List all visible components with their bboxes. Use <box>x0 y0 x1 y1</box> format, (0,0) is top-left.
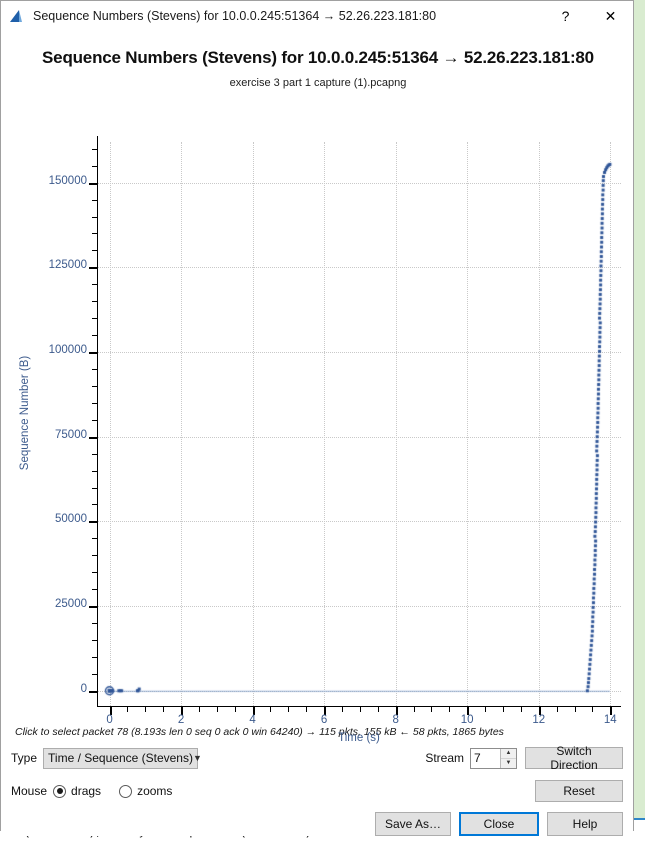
x-axis-minor-tick <box>592 707 594 712</box>
y-axis-tick-label: 25000 <box>55 598 87 611</box>
y-axis-title: Sequence Number (B) <box>19 355 31 471</box>
stream-input[interactable]: 7 <box>471 749 500 768</box>
chevron-down-icon: ▼ <box>192 753 202 763</box>
x-axis-minor-tick <box>520 707 522 712</box>
x-axis-minor-tick <box>198 707 200 712</box>
x-axis-minor-tick <box>342 707 343 712</box>
x-axis-minor-tick <box>431 707 433 712</box>
y-axis-major-tick <box>89 690 97 693</box>
x-axis-minor-tick <box>216 707 218 712</box>
x-axis-minor-tick <box>377 707 379 712</box>
chart-subtitle: exercise 3 part 1 capture (1).pcapng <box>229 77 407 89</box>
x-axis-tick-label: 0 <box>106 714 113 726</box>
y-axis-major-tick <box>89 352 97 355</box>
chart-plot-canvas[interactable] <box>97 142 621 706</box>
control-row-type: Type Time / Sequence (Stevens) ▼ Stream … <box>11 744 623 772</box>
x-axis-minor-tick <box>145 707 147 712</box>
stepper-up-icon[interactable]: ▲ <box>501 748 516 759</box>
sequence-number-chart[interactable]: Sequence Numbers (Stevens) for 10.0.0.24… <box>11 32 625 744</box>
y-axis-major-tick <box>89 521 97 524</box>
graph-type-value: Time / Sequence (Stevens) <box>48 751 193 765</box>
x-axis-minor-tick <box>359 707 361 712</box>
x-axis-minor-tick <box>234 707 236 712</box>
x-axis-tick-label: 14 <box>603 714 617 726</box>
stream-label: Stream <box>425 751 464 765</box>
x-axis-tick-label: 10 <box>460 714 474 726</box>
y-axis-major-tick <box>89 606 97 609</box>
save-as-button[interactable]: Save As… <box>375 812 451 836</box>
type-label: Type <box>11 751 38 765</box>
y-axis-tick-label: 50000 <box>55 513 87 526</box>
mouse-label: Mouse <box>11 784 48 798</box>
x-axis-minor-tick <box>288 707 290 712</box>
x-axis-minor-tick <box>502 707 504 712</box>
graph-type-select[interactable]: Time / Sequence (Stevens) ▼ <box>43 747 202 769</box>
y-axis-tick-label: 0 <box>80 682 87 695</box>
x-axis-minor-tick <box>306 707 308 712</box>
x-axis-tick-label: 4 <box>249 714 256 726</box>
mouse-zooms-label: zooms <box>137 784 173 798</box>
x-axis-tick-label: 12 <box>532 714 546 726</box>
radio-zooms-icon[interactable] <box>119 784 133 798</box>
x-axis-minor-tick <box>163 707 165 712</box>
control-row-mouse: Mouse drags zooms Reset <box>11 779 623 803</box>
stream-number-stepper[interactable]: 7 ▲ ▼ <box>470 747 517 769</box>
x-axis-tick-label: 2 <box>177 714 185 726</box>
reset-button[interactable]: Reset <box>535 780 623 802</box>
chart-title: Sequence Numbers (Stevens) for 10.0.0.24… <box>42 48 594 67</box>
mouse-drags-radio[interactable]: drags <box>53 784 101 798</box>
x-axis-minor-tick <box>485 707 487 712</box>
y-axis-major-tick <box>89 182 97 185</box>
switch-direction-button[interactable]: Switch Direction <box>525 744 623 772</box>
dialog-body: Sequence Numbers (Stevens) for 10.0.0.24… <box>1 32 633 836</box>
title-bar-buttons: ? ✕ <box>543 1 633 31</box>
dialog-button-box: Save As… Close Help <box>11 812 623 836</box>
close-button[interactable]: Close <box>459 812 539 836</box>
x-axis-minor-tick <box>127 707 129 712</box>
x-axis-minor-tick <box>556 707 558 712</box>
window-title: Sequence Numbers (Stevens) for 10.0.0.24… <box>33 9 437 23</box>
radio-drags-icon[interactable] <box>53 784 67 798</box>
y-axis-major-tick <box>89 267 97 270</box>
y-axis-tick-label: 100000 <box>48 344 87 357</box>
y-axis-tick-label: 75000 <box>55 428 87 441</box>
x-axis-tick-label: 6 <box>320 714 328 726</box>
stepper-buttons: ▲ ▼ <box>500 748 516 768</box>
close-window-button[interactable]: ✕ <box>588 1 633 31</box>
mouse-zooms-radio[interactable]: zooms <box>119 784 172 798</box>
y-axis-major-tick <box>89 436 97 439</box>
wireshark-fin-icon <box>8 8 25 25</box>
title-bar[interactable]: Sequence Numbers (Stevens) for 10.0.0.24… <box>1 1 633 32</box>
x-axis-tick-label: 8 <box>392 714 399 726</box>
x-axis-minor-tick <box>413 707 415 712</box>
tcp-stream-graph-dialog: Sequence Numbers (Stevens) for 10.0.0.24… <box>0 0 634 836</box>
help-titlebar-button[interactable]: ? <box>543 1 588 31</box>
mouse-drags-label: drags <box>71 784 102 798</box>
x-axis-minor-tick <box>270 707 272 712</box>
y-axis-tick-label: 125000 <box>48 259 87 272</box>
x-axis-title: Time (s) <box>338 732 380 744</box>
y-axis-tick-label: 150000 <box>48 174 87 187</box>
stepper-down-icon[interactable]: ▼ <box>501 758 516 768</box>
help-button[interactable]: Help <box>547 812 623 836</box>
x-axis-minor-tick <box>449 707 451 712</box>
x-axis-minor-tick <box>574 707 576 712</box>
